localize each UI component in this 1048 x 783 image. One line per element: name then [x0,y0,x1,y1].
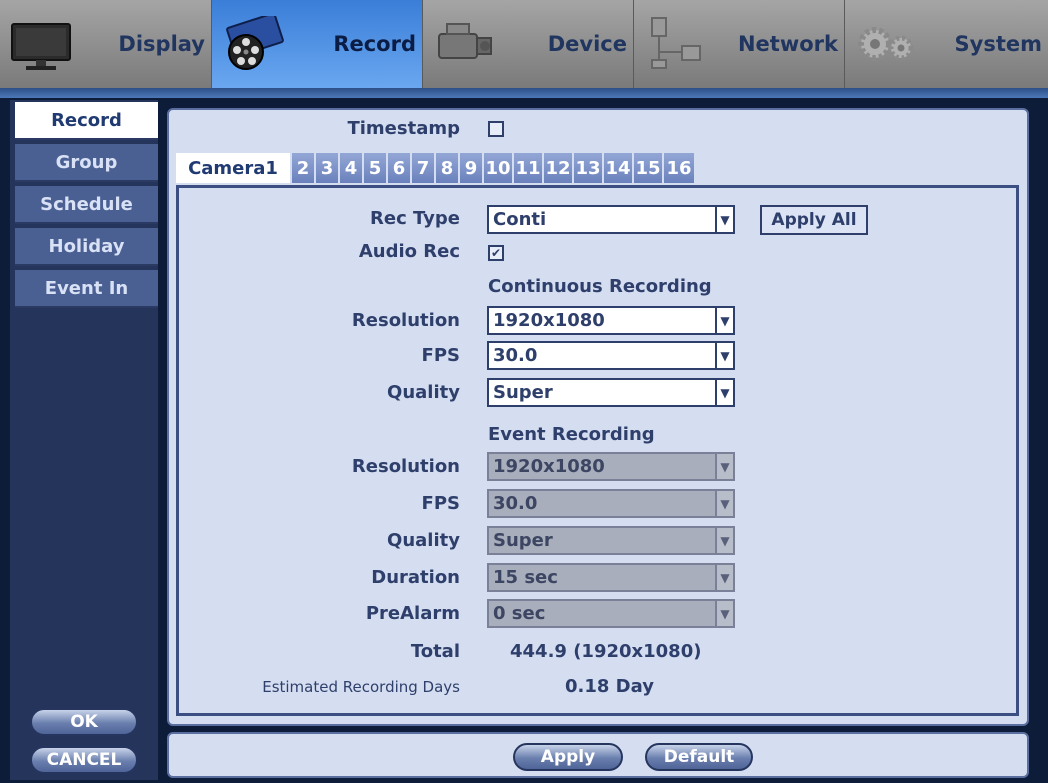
chevron-down-icon: ▼ [715,491,733,516]
rec-type-value: Conti [493,209,547,230]
event-fps-select[interactable]: 30.0 ▼ [487,489,735,518]
film-reel-icon [226,16,284,70]
tab-camera12[interactable]: 12 [544,153,574,183]
default-button[interactable]: Default [645,743,753,771]
chevron-down-icon: ▼ [715,601,733,626]
event-duration-label: Duration [371,567,460,588]
audio-rec-label: Audio Rec [358,241,460,262]
event-prealarm-value: 0 sec [493,603,546,624]
timestamp-label: Timestamp [347,118,460,139]
sidebar-item-holiday[interactable]: Holiday [15,228,158,266]
tab-camera10[interactable]: 10 [484,153,514,183]
event-quality-select[interactable]: Super ▼ [487,526,735,555]
event-resolution-label: Resolution [351,456,460,477]
chevron-down-icon: ▼ [715,528,733,553]
sidebar: Record Group Schedule Holiday Event In O… [10,100,158,780]
menu-tab-label: Device [547,32,627,56]
event-prealarm-select[interactable]: 0 sec ▼ [487,599,735,628]
tab-camera7[interactable]: 7 [412,153,436,183]
menu-tab-label: System [954,32,1042,56]
tab-camera9[interactable]: 9 [460,153,484,183]
camera-icon [438,23,492,59]
event-duration-select[interactable]: 15 sec ▼ [487,563,735,592]
menu-tab-record[interactable]: Record [212,0,423,88]
sidebar-item-group[interactable]: Group [15,144,158,182]
menu-tab-device[interactable]: Device [423,0,634,88]
menu-tab-label: Record [333,32,416,56]
sidebar-item-event-in[interactable]: Event In [15,270,158,308]
chevron-down-icon: ▼ [715,380,733,405]
tab-camera5[interactable]: 5 [364,153,388,183]
sidebar-item-record[interactable]: Record [15,102,158,140]
event-fps-label: FPS [421,493,460,514]
audio-rec-checkbox[interactable]: ✔ [488,245,504,261]
event-quality-label: Quality [387,530,460,551]
tab-camera8[interactable]: 8 [436,153,460,183]
continuous-fps-select[interactable]: 30.0 ▼ [487,341,735,370]
tab-camera14[interactable]: 14 [604,153,634,183]
continuous-recording-header: Continuous Recording [488,276,712,297]
menu-divider [0,88,1048,98]
top-menu-bar: Display Record Device Network System [0,0,1048,98]
sidebar-item-schedule[interactable]: Schedule [15,186,158,224]
chevron-down-icon: ▼ [715,565,733,590]
continuous-quality-select[interactable]: Super ▼ [487,378,735,407]
tab-camera4[interactable]: 4 [340,153,364,183]
chevron-down-icon: ▼ [715,308,733,333]
network-icon [651,17,701,69]
estimated-days-label: Estimated Recording Days [262,678,460,696]
chevron-down-icon: ▼ [715,343,733,368]
event-prealarm-label: PreAlarm [365,603,460,624]
ok-button[interactable]: OK [30,708,138,736]
menu-tab-network[interactable]: Network [634,0,845,88]
event-recording-header: Event Recording [488,424,655,445]
tab-camera13[interactable]: 13 [574,153,604,183]
menu-tab-display[interactable]: Display [0,0,212,88]
continuous-resolution-select[interactable]: 1920x1080 ▼ [487,306,735,335]
chevron-down-icon: ▼ [715,454,733,479]
monitor-icon [11,23,71,70]
tab-camera15[interactable]: 15 [634,153,664,183]
tab-camera2[interactable]: 2 [292,153,316,183]
apply-all-button[interactable]: Apply All [760,205,868,235]
total-label: Total [410,641,460,662]
apply-button[interactable]: Apply [513,743,623,771]
event-resolution-value: 1920x1080 [493,456,605,477]
tab-camera6[interactable]: 6 [388,153,412,183]
camera-settings-box [176,185,1019,716]
total-value: 444.9 (1920x1080) [510,641,702,662]
menu-tab-system[interactable]: System [845,0,1048,88]
continuous-fps-value: 30.0 [493,345,538,366]
continuous-resolution-value: 1920x1080 [493,310,605,331]
tab-camera11[interactable]: 11 [514,153,544,183]
gear-icon [858,27,914,61]
continuous-fps-label: FPS [421,345,460,366]
tab-camera3[interactable]: 3 [316,153,340,183]
menu-tab-label: Display [118,32,205,56]
tab-camera1[interactable]: Camera1 [176,153,292,183]
menu-tab-label: Network [737,32,838,56]
cancel-button[interactable]: CANCEL [30,746,138,774]
event-fps-value: 30.0 [493,493,538,514]
continuous-quality-label: Quality [387,382,460,403]
checkmark-icon: ✔ [490,246,502,260]
continuous-resolution-label: Resolution [351,310,460,331]
rec-type-label: Rec Type [370,208,460,229]
rec-type-select[interactable]: Conti ▼ [487,205,735,234]
estimated-days-value: 0.18 Day [565,676,654,697]
event-resolution-select[interactable]: 1920x1080 ▼ [487,452,735,481]
tab-camera16[interactable]: 16 [664,153,696,183]
event-quality-value: Super [493,530,553,551]
event-duration-value: 15 sec [493,567,558,588]
chevron-down-icon: ▼ [715,207,733,232]
continuous-quality-value: Super [493,382,553,403]
timestamp-checkbox[interactable] [488,121,504,137]
